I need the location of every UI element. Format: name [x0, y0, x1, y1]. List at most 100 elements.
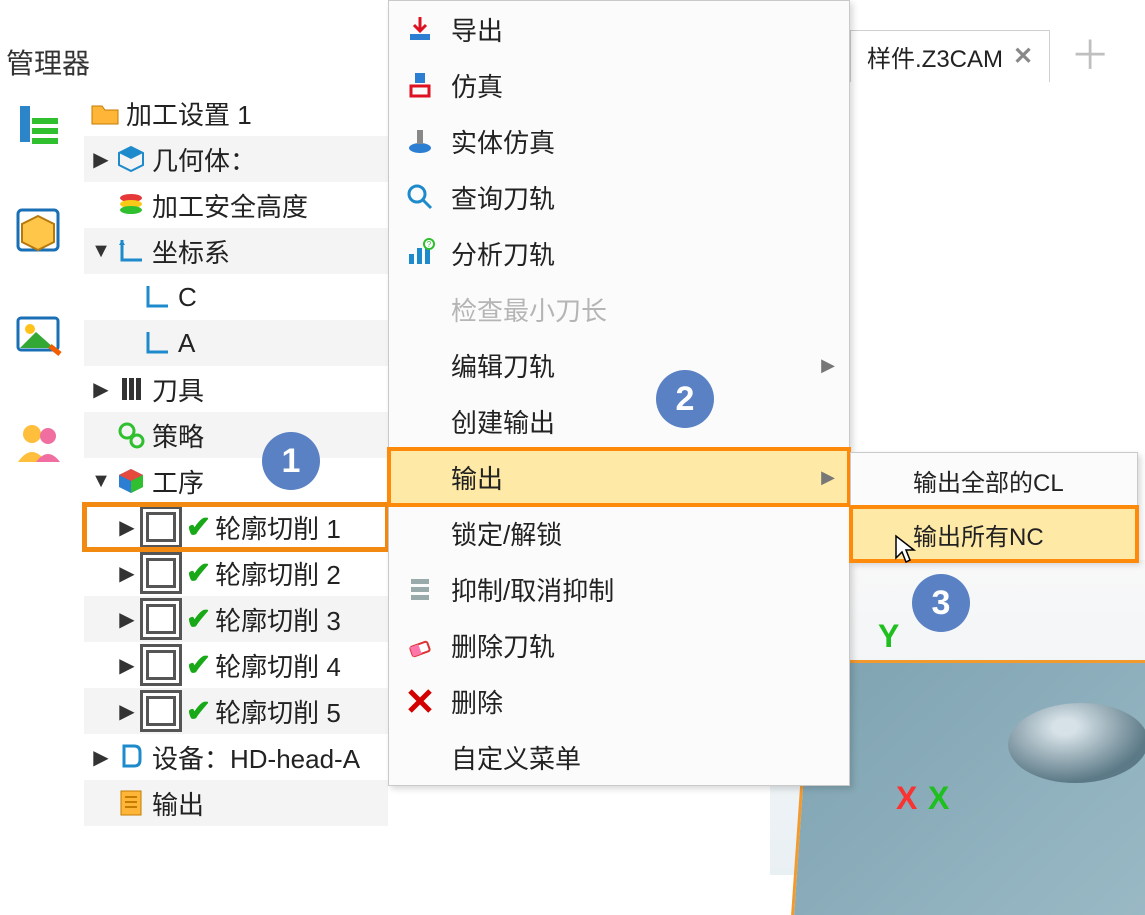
export-icon: [403, 12, 437, 46]
menu-custom[interactable]: 自定义菜单: [389, 729, 849, 785]
svg-text:?: ?: [427, 240, 432, 249]
menu-export[interactable]: 导出: [389, 1, 849, 57]
tree-csys-c[interactable]: C: [84, 274, 388, 320]
chevron-right-icon[interactable]: ▶: [114, 607, 140, 632]
menu-label: 编辑刀轨: [451, 347, 555, 384]
gears-icon: [114, 418, 148, 452]
tree-op-label: 轮廓切削 3: [215, 601, 341, 638]
menu-simulate[interactable]: 仿真: [389, 57, 849, 113]
menu-label: 抑制/取消抑制: [451, 571, 614, 608]
context-menu: 导出 仿真 实体仿真 查询刀轨 ? 分析刀轨 检查最小刀长 编辑刀轨 ▶ 创建输…: [388, 0, 850, 786]
document-tab[interactable]: 样件.Z3CAM ✕: [850, 30, 1050, 82]
menu-suppress[interactable]: 抑制/取消抑制: [389, 561, 849, 617]
checkbox[interactable]: [146, 558, 176, 588]
tree-op-1[interactable]: ▶ ✔ 轮廓切削 1: [84, 504, 388, 550]
tree-device-label: 设备：HD-head-A: [152, 739, 360, 776]
tree-csys[interactable]: ▼ 坐标系: [84, 228, 388, 274]
close-icon[interactable]: ✕: [1013, 42, 1033, 71]
menu-label: 实体仿真: [451, 123, 555, 160]
menu-analyze-path[interactable]: ? 分析刀轨: [389, 225, 849, 281]
tree-root[interactable]: 加工设置 1: [84, 90, 388, 136]
check-icon: ✔: [186, 694, 211, 729]
checkbox[interactable]: [146, 696, 176, 726]
axis-x-label-green: X: [928, 780, 949, 817]
chevron-right-icon: ▶: [821, 467, 835, 488]
simulate-icon: [403, 68, 437, 102]
annotation-2: 2: [656, 370, 714, 428]
tree-tools[interactable]: ▶ 刀具: [84, 366, 388, 412]
chevron-right-icon[interactable]: ▶: [114, 561, 140, 586]
folder-icon: [88, 96, 122, 130]
tree-device[interactable]: ▶ 设备：HD-head-A: [84, 734, 388, 780]
solid-simulate-icon: [403, 124, 437, 158]
image-tab-icon[interactable]: [10, 308, 66, 364]
menu-lock-unlock[interactable]: 锁定/解锁: [389, 505, 849, 561]
check-icon: ✔: [186, 510, 211, 545]
chevron-right-icon[interactable]: ▶: [114, 653, 140, 678]
menu-label: 导出: [451, 11, 503, 48]
tree-op-5[interactable]: ▶ ✔ 轮廓切削 5: [84, 688, 388, 734]
menu-label: 创建输出: [451, 403, 555, 440]
chevron-down-icon[interactable]: ▼: [88, 240, 114, 263]
menu-output[interactable]: 输出 ▶: [389, 449, 849, 505]
chevron-right-icon: ▶: [821, 355, 835, 376]
menu-create-output[interactable]: 创建输出: [389, 393, 849, 449]
delete-icon: [403, 684, 437, 718]
tree-op-label: 轮廓切削 4: [215, 647, 341, 684]
tree-geometry[interactable]: ▶ 几何体：: [84, 136, 388, 182]
tree-output-label: 输出: [152, 785, 204, 822]
chevron-right-icon[interactable]: ▶: [114, 515, 140, 540]
menu-solid-simulate[interactable]: 实体仿真: [389, 113, 849, 169]
add-tab-button[interactable]: ＋: [1070, 36, 1110, 76]
tree-output[interactable]: 输出: [84, 780, 388, 826]
chevron-right-icon[interactable]: ▶: [88, 745, 114, 770]
submenu-label: 输出所有NC: [913, 517, 1044, 552]
tree-ops-label: 工序: [152, 463, 204, 500]
menu-label: 仿真: [451, 67, 503, 104]
submenu-output-nc[interactable]: 输出所有NC: [851, 507, 1137, 561]
tree-csys-c-label: C: [178, 282, 197, 313]
tree-csys-a[interactable]: A: [84, 320, 388, 366]
tree-op-3[interactable]: ▶ ✔ 轮廓切削 3: [84, 596, 388, 642]
tree-op-4[interactable]: ▶ ✔ 轮廓切削 4: [84, 642, 388, 688]
users-tab-icon[interactable]: [10, 414, 66, 470]
tree-safety[interactable]: 加工安全高度: [84, 182, 388, 228]
tree-strategy[interactable]: 策略: [84, 412, 388, 458]
tab-label: 样件.Z3CAM: [867, 39, 1003, 74]
tree-op-label: 轮廓切削 2: [215, 555, 341, 592]
checkbox[interactable]: [146, 604, 176, 634]
axis-x-label-red: X: [896, 780, 917, 817]
menu-delete[interactable]: 删除: [389, 673, 849, 729]
menu-query-path[interactable]: 查询刀轨: [389, 169, 849, 225]
check-icon: ✔: [186, 648, 211, 683]
submenu-output-cl[interactable]: 输出全部的CL: [851, 453, 1137, 507]
menu-label: 删除: [451, 683, 503, 720]
chevron-right-icon[interactable]: ▶: [88, 147, 114, 172]
checkbox[interactable]: [146, 650, 176, 680]
menu-label: 自定义菜单: [451, 739, 581, 776]
tree-strategy-label: 策略: [152, 417, 204, 454]
search-icon: [403, 180, 437, 214]
chevron-right-icon[interactable]: ▶: [114, 699, 140, 724]
output-submenu: 输出全部的CL 输出所有NC: [850, 452, 1138, 562]
manager-tab-icon[interactable]: [10, 96, 66, 152]
box-tab-icon[interactable]: [10, 202, 66, 258]
menu-label: 检查最小刀长: [451, 291, 607, 328]
checkbox[interactable]: [146, 512, 176, 542]
chevron-right-icon[interactable]: ▶: [88, 377, 114, 402]
suppress-icon: [403, 572, 437, 606]
axis-y-label: Y: [878, 618, 899, 655]
hole-feature: [1005, 703, 1145, 783]
tree-op-2[interactable]: ▶ ✔ 轮廓切削 2: [84, 550, 388, 596]
menu-edit-path[interactable]: 编辑刀轨 ▶: [389, 337, 849, 393]
manager-tree[interactable]: 加工设置 1 ▶ 几何体： 加工安全高度 ▼ 坐标系 C A: [84, 90, 388, 826]
submenu-label: 输出全部的CL: [913, 463, 1064, 498]
analyze-icon: ?: [403, 236, 437, 270]
tree-csys-a-label: A: [178, 328, 195, 359]
cube-color-icon: [114, 464, 148, 498]
chevron-down-icon[interactable]: ▼: [88, 470, 114, 493]
menu-label: 分析刀轨: [451, 235, 555, 272]
annotation-1: 1: [262, 432, 320, 490]
tree-ops[interactable]: ▼ 工序: [84, 458, 388, 504]
menu-delete-path[interactable]: 删除刀轨: [389, 617, 849, 673]
